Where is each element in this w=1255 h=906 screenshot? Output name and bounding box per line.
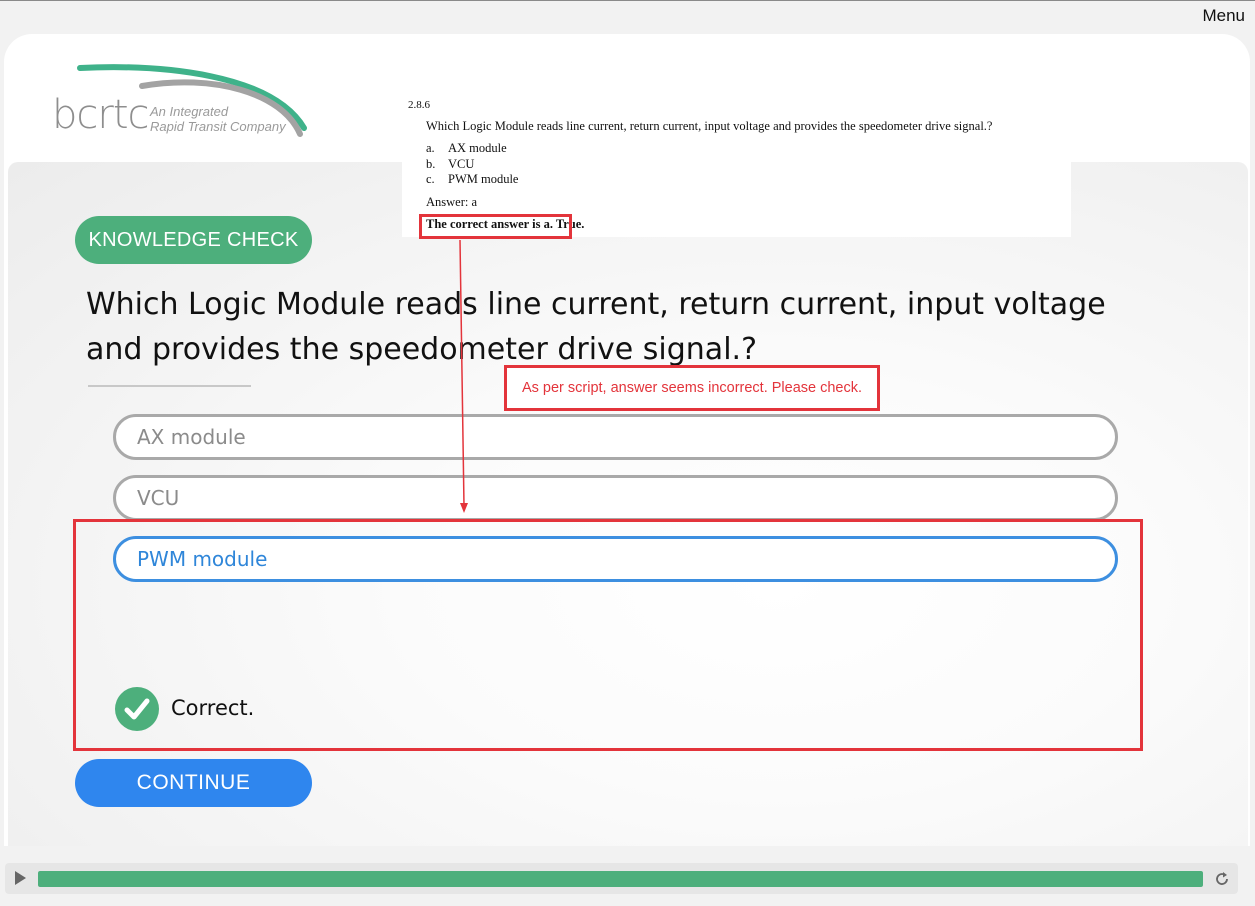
logo-tagline-1: An Integrated [150, 104, 229, 119]
question-underline [88, 385, 251, 387]
logo-tagline-2: Rapid Transit Company [150, 119, 286, 134]
question-text: Which Logic Module reads line current, r… [86, 287, 1106, 367]
review-highlight-answer [419, 214, 572, 239]
replay-icon[interactable] [1212, 869, 1232, 889]
review-comment: As per script, answer seems incorrect. P… [504, 365, 880, 411]
excerpt-number: 2.8.6 [408, 99, 430, 111]
answer-option-vcu[interactable]: VCU [113, 475, 1118, 521]
top-divider [0, 0, 1255, 1]
excerpt-option: a. AX module [426, 141, 507, 155]
progress-fill [38, 871, 1203, 887]
excerpt-answer: Answer: a [426, 195, 478, 209]
company-logo: bcrtc An Integrated Rapid Transit Compan… [52, 64, 312, 144]
excerpt-option: c. PWM module [426, 172, 519, 186]
answer-option-ax-module[interactable]: AX module [113, 414, 1118, 460]
logo-wordmark: bcrtc [52, 92, 150, 138]
excerpt-question: Which Logic Module reads line current, r… [426, 119, 993, 133]
continue-button[interactable]: CONTINUE [75, 759, 312, 807]
player-bar [5, 863, 1238, 894]
play-icon[interactable] [15, 871, 26, 885]
menu-button[interactable]: Menu [1202, 6, 1245, 26]
excerpt-option: b. VCU [426, 157, 475, 171]
progress-bar[interactable] [38, 871, 1203, 887]
review-highlight-selection [73, 519, 1143, 751]
knowledge-check-badge: KNOWLEDGE CHECK [75, 216, 312, 264]
